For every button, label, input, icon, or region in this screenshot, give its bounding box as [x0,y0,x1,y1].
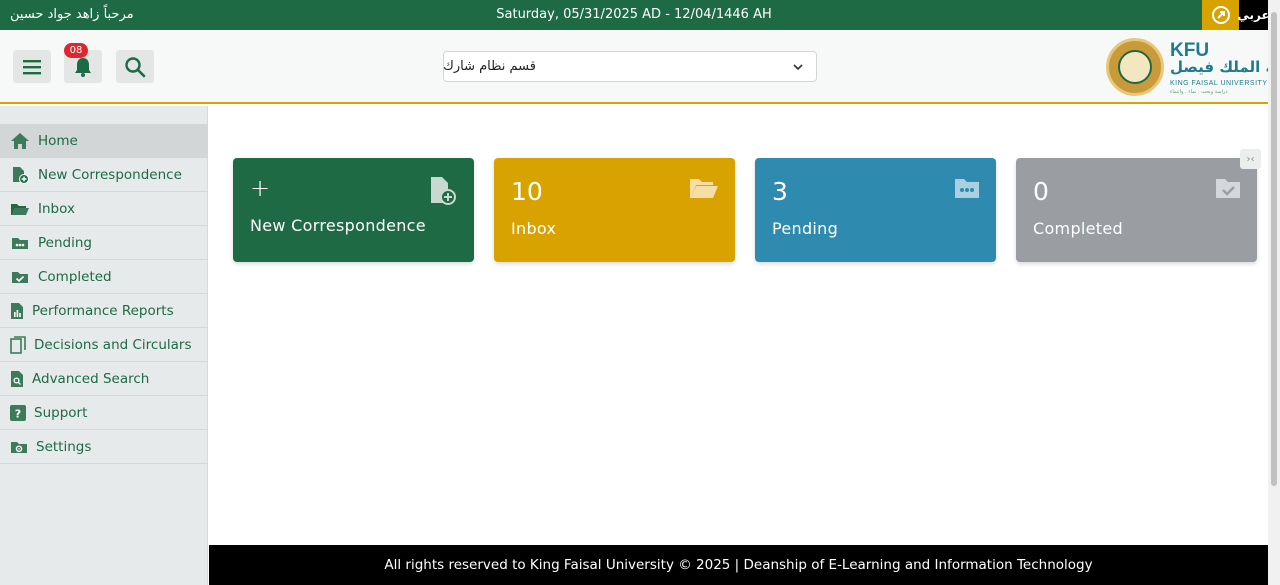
sidebar-item-label: Inbox [38,200,75,217]
report-icon [10,302,24,320]
folder-open-icon [10,200,30,218]
question-icon: ? [10,404,26,422]
sidebar-item-label: Decisions and Circulars [34,336,192,353]
add-icon: + [250,174,271,202]
card-label: Pending [772,219,839,238]
chevron-down-icon [793,64,803,71]
menu-toggle-button[interactable] [13,50,51,83]
file-add-icon [10,166,30,184]
seal-icon [1106,38,1164,96]
sidebar-item-advanced-search[interactable]: Advanced Search [0,362,208,396]
sidebar: Home New Correspondence Inbox Pending Co… [0,106,208,585]
card-inbox[interactable]: 10 Inbox [494,158,735,262]
sidebar-item-decisions-circulars[interactable]: Decisions and Circulars [0,328,208,362]
settings-icon [10,438,28,456]
home-icon [10,132,30,150]
search-button[interactable] [116,50,154,83]
file-add-icon [431,177,456,205]
sidebar-item-new-correspondence[interactable]: New Correspondence [0,158,208,192]
folder-dots-icon [10,234,30,252]
sidebar-item-settings[interactable]: Settings [0,430,208,464]
footer: All rights reserved to King Faisal Unive… [209,545,1268,585]
svg-text:?: ? [15,407,21,420]
department-select[interactable]: قسم نظام شارك [443,51,817,82]
sidebar-item-label: Completed [38,268,112,285]
sidebar-item-label: Home [38,132,78,149]
language-toggle[interactable]: عربي [1237,0,1270,30]
search-icon [125,56,146,77]
card-new-correspondence[interactable]: + New Correspondence [233,158,474,262]
page-scrollbar[interactable] [1268,0,1280,585]
logo-arabic-name: جامعة الملك فيصل [1170,58,1280,76]
sidebar-menu: Home New Correspondence Inbox Pending Co… [0,124,208,464]
sidebar-item-inbox[interactable]: Inbox [0,192,208,226]
sidebar-item-label: Pending [38,234,92,251]
card-label: Completed [1033,219,1123,238]
sidebar-item-support[interactable]: ? Support [0,396,208,430]
footer-text: All rights reserved to King Faisal Unive… [384,557,1093,573]
card-label: New Correspondence [250,216,426,235]
card-completed[interactable]: 0 Completed [1016,158,1257,262]
folder-open-icon [690,179,718,198]
card-count: 0 [1033,177,1049,206]
department-select-value: قسم نظام شارك [443,59,536,74]
logo-tagline: دراسة وبحث . نماء . وانتماء [1170,89,1228,95]
sidebar-item-label: Support [34,404,88,421]
sidebar-item-label: Advanced Search [32,370,150,387]
sidebar-item-home[interactable]: Home [0,124,208,158]
card-label: Inbox [511,219,557,238]
external-link-icon [1211,6,1230,24]
scrollbar-thumb[interactable] [1271,12,1277,486]
folder-check-icon [10,268,30,286]
folder-check-icon [1216,179,1240,198]
sidebar-item-completed[interactable]: Completed [0,260,208,294]
sidebar-item-pending[interactable]: Pending [0,226,208,260]
card-count: 10 [511,177,543,206]
notification-badge: 08 [64,43,88,58]
search-doc-icon [10,370,24,388]
external-link-button[interactable] [1202,0,1239,30]
card-count: 3 [772,177,788,206]
sidebar-item-performance-reports[interactable]: Performance Reports [0,294,208,328]
logo-english-name: KING FAISAL UNIVERSITY [1170,80,1268,87]
sidebar-item-label: Settings [36,438,92,455]
header: 08 قسم نظام شارك KFU جامعة الملك فيصل KI… [0,30,1280,104]
card-pending[interactable]: 3 Pending [755,158,996,262]
sidebar-item-label: Performance Reports [32,302,174,319]
current-date: Saturday, 05/31/2025 AD - 12/04/1446 AH [496,7,772,22]
folder-dots-icon [955,179,979,198]
university-logo: KFU جامعة الملك فيصل KING FAISAL UNIVERS… [1106,38,1280,96]
documents-icon [10,335,26,354]
panel-collapse-button[interactable]: ›‹ [1240,149,1261,169]
bell-icon [75,57,91,77]
sidebar-item-label: New Correspondence [38,166,182,183]
top-bar: مرحباً زاهد جواد حسين Saturday, 05/31/20… [0,0,1270,30]
hamburger-icon [23,59,41,74]
